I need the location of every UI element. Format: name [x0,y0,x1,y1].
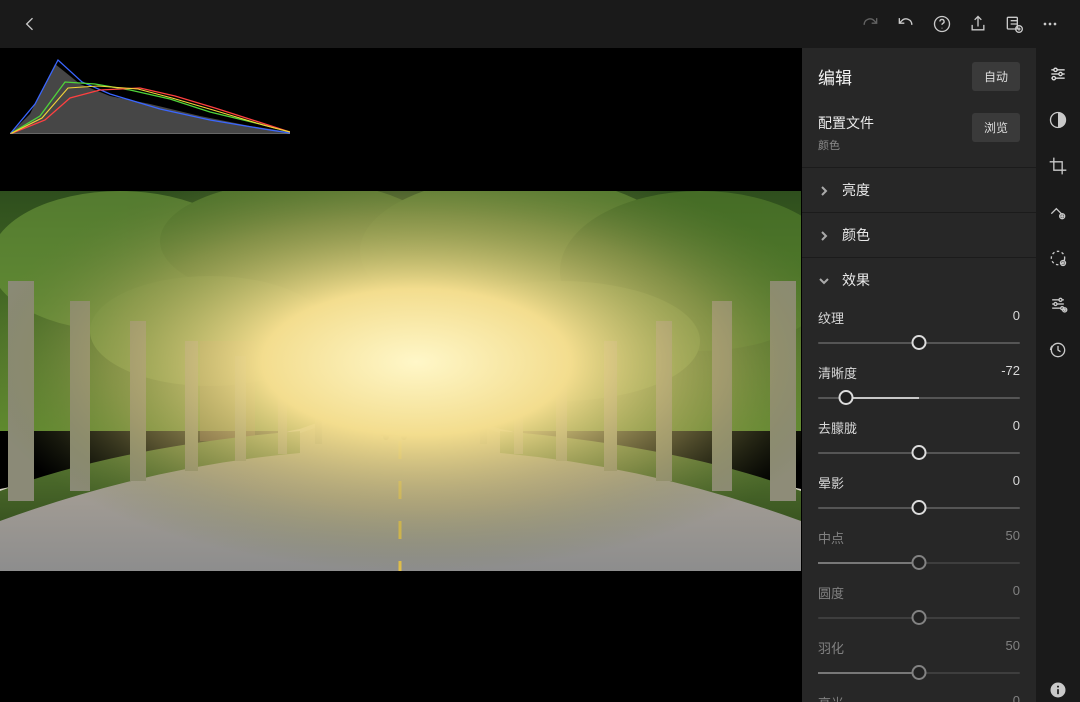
slider-dehaze: 去朦胧 0 [818,412,1020,467]
slider-roundness-value: 0 [1013,583,1020,602]
rail-presets[interactable] [1046,292,1070,316]
rail-healing[interactable] [1046,200,1070,224]
chevron-right-icon [818,229,830,241]
slider-feather-track[interactable] [818,663,1020,683]
chevron-right-icon [818,184,830,196]
info-icon [1048,680,1068,700]
slider-dehaze-value: 0 [1013,418,1020,437]
rail-tonecurve[interactable] [1046,108,1070,132]
slider-clarity-value: -72 [1001,363,1020,382]
redo-icon [860,14,880,34]
slider-roundness-label: 圆度 [818,583,844,602]
slider-clarity-label: 清晰度 [818,363,857,382]
slider-clarity-track[interactable] [818,388,1020,408]
histogram [10,54,290,134]
section-color: 颜色 [802,212,1036,257]
slider-vignette: 晕影 0 [818,467,1020,522]
more-button[interactable] [1032,6,1068,42]
back-button[interactable] [12,6,48,42]
undo-icon [896,14,916,34]
rail-masking[interactable] [1046,246,1070,270]
section-color-header[interactable]: 颜色 [802,213,1036,257]
slider-clarity: 清晰度 -72 [818,357,1020,412]
slider-highlights-label: 高光 [818,693,844,702]
slider-feather-value: 50 [1006,638,1020,657]
undo-button[interactable] [888,6,924,42]
add-to-icon [1004,14,1024,34]
slider-midpoint-value: 50 [1006,528,1020,547]
top-bar [0,0,1080,48]
slider-midpoint-track[interactable] [818,553,1020,573]
browse-button[interactable]: 浏览 [972,113,1020,142]
slider-highlights-value: 0 [1013,693,1020,702]
help-icon [932,14,952,34]
section-effects: 效果 纹理 0 清晰度 -72 去朦胧 0 晕影 0 中点 50 [802,257,1036,702]
canvas-area [0,48,801,702]
rail-versions[interactable] [1046,338,1070,362]
slider-texture-label: 纹理 [818,308,844,327]
presets-icon [1048,294,1068,314]
profile-row: 配置文件 颜色 浏览 [802,105,1036,167]
slider-roundness: 圆度 0 [818,577,1020,632]
tonecurve-icon [1048,110,1068,130]
share-icon [968,14,988,34]
healing-icon [1048,202,1068,222]
chevron-left-icon [20,14,40,34]
panel-title: 编辑 [818,64,852,89]
slider-highlights: 高光 0 [818,687,1020,702]
slider-vignette-track[interactable] [818,498,1020,518]
section-light-label: 亮度 [842,180,870,200]
slider-dehaze-label: 去朦胧 [818,418,857,437]
section-effects-header[interactable]: 效果 [802,258,1036,302]
chevron-down-icon [818,274,830,286]
slider-texture: 纹理 0 [818,302,1020,357]
slider-texture-value: 0 [1013,308,1020,327]
section-effects-label: 效果 [842,270,870,290]
profile-label: 配置文件 [818,113,874,133]
photo-preview[interactable] [0,191,801,571]
rail-adjust[interactable] [1046,62,1070,86]
slider-vignette-value: 0 [1013,473,1020,492]
slider-dehaze-track[interactable] [818,443,1020,463]
versions-icon [1048,340,1068,360]
rail-info[interactable] [1046,678,1070,702]
slider-midpoint-label: 中点 [818,528,844,547]
crop-icon [1048,156,1068,176]
slider-texture-track[interactable] [818,333,1020,353]
adjust-icon [1048,64,1068,84]
slider-midpoint: 中点 50 [818,522,1020,577]
slider-feather: 羽化 50 [818,632,1020,687]
auto-button[interactable]: 自动 [972,62,1020,91]
redo-button[interactable] [852,6,888,42]
masking-icon [1048,248,1068,268]
profile-sub: 颜色 [818,137,874,153]
panel-header: 编辑 自动 [802,48,1036,105]
slider-feather-label: 羽化 [818,638,844,657]
more-icon [1040,14,1060,34]
slider-vignette-label: 晕影 [818,473,844,492]
rail-crop[interactable] [1046,154,1070,178]
section-light: 亮度 [802,167,1036,212]
help-button[interactable] [924,6,960,42]
add-button[interactable] [996,6,1032,42]
effects-sliders: 纹理 0 清晰度 -72 去朦胧 0 晕影 0 中点 50 圆度 0 [802,302,1036,702]
edit-panel: 编辑 自动 配置文件 颜色 浏览 亮度 颜色 效果 纹理 0 [801,48,1036,702]
tool-rail [1036,48,1080,702]
section-color-label: 颜色 [842,225,870,245]
slider-roundness-track[interactable] [818,608,1020,628]
section-light-header[interactable]: 亮度 [802,168,1036,212]
share-button[interactable] [960,6,996,42]
